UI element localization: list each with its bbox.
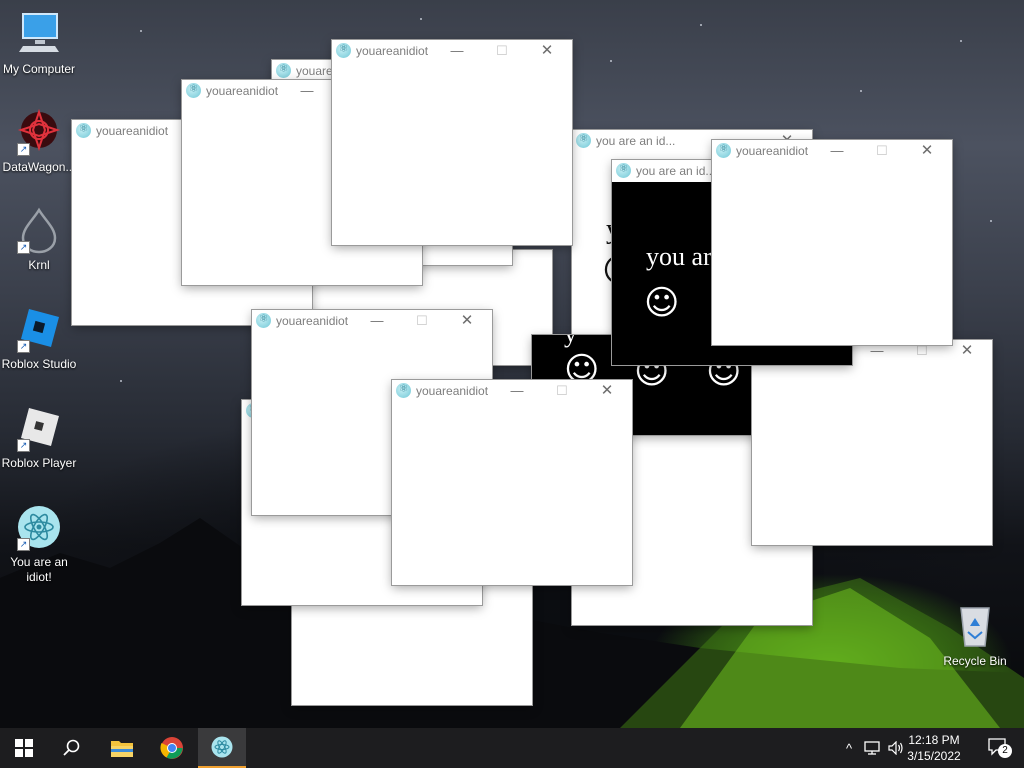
app-window[interactable]: youareanidiot — ☐ ✕	[712, 140, 952, 345]
show-hidden-icons-chevron-icon[interactable]: ^	[840, 728, 858, 768]
smiley-icon: ☺	[644, 283, 680, 323]
shortcut-arrow-icon: ↗	[17, 143, 30, 156]
minimize-button[interactable]: —	[822, 141, 852, 161]
star	[990, 220, 992, 222]
window-titlebar[interactable]: youareanidiot — ☐ ✕	[712, 140, 952, 162]
desktop-icon-label: My Computer	[2, 62, 76, 76]
electron-app-icon	[616, 162, 631, 178]
file-explorer-icon[interactable]	[98, 728, 146, 768]
electron-app-icon	[276, 62, 291, 78]
search-icon[interactable]	[48, 728, 96, 768]
you-are-an-idiot-text: y	[564, 335, 577, 349]
taskbar-item-you-are-an-idiot[interactable]	[198, 728, 246, 768]
desktop-icon-my-computer[interactable]: My Computer	[0, 10, 78, 77]
roblox-player-icon: ↗	[15, 404, 63, 452]
window-titlebar[interactable]: youareanidiot — ☐ ✕	[252, 310, 492, 332]
window-title: youareanidiot	[276, 314, 349, 328]
window-title: youareanidiot	[356, 44, 429, 58]
app-window[interactable]: youareanidiot — ☐ ✕	[392, 380, 632, 585]
star	[140, 30, 142, 32]
minimize-button[interactable]: —	[362, 311, 392, 331]
window-title: youareanidiot	[96, 124, 169, 138]
app-window[interactable]: — ☐ ✕	[752, 340, 992, 545]
star	[120, 380, 122, 382]
windows-start-icon[interactable]	[0, 728, 48, 768]
desktop-icon-label: Recycle Bin	[943, 654, 1007, 668]
window-title: youareanidiot	[206, 84, 279, 98]
close-button[interactable]: ✕	[532, 41, 562, 61]
star	[700, 24, 702, 26]
star	[860, 90, 862, 92]
close-button[interactable]: ✕	[912, 141, 942, 161]
shortcut-arrow-icon: ↗	[17, 439, 30, 452]
desktop: My Computer ↗ DataWagon... ↗ Krnl ↗ Robl…	[0, 0, 1024, 728]
maximize-button[interactable]: ☐	[487, 41, 517, 61]
star	[960, 40, 962, 42]
clock-date: 3/15/2022	[907, 749, 961, 763]
window-title: youareanidiot	[416, 384, 489, 398]
shortcut-arrow-icon: ↗	[17, 241, 30, 254]
clock-time: 12:18 PM	[908, 733, 960, 747]
chrome-icon[interactable]	[148, 728, 196, 768]
maximize-button[interactable]: ☐	[867, 141, 897, 161]
minimize-button[interactable]: —	[442, 41, 472, 61]
desktop-icon-label: You are an idiot!	[10, 555, 68, 584]
shortcut-arrow-icon: ↗	[17, 538, 30, 551]
electron-app-icon: ↗	[15, 503, 63, 551]
window-titlebar[interactable]: youareanidiot — ☐ ✕	[392, 380, 632, 402]
maximize-button[interactable]: ☐	[407, 311, 437, 331]
close-button[interactable]: ✕	[592, 381, 622, 401]
network-icon[interactable]	[862, 728, 882, 768]
electron-app-icon	[186, 82, 201, 98]
desktop-icon-roblox-player[interactable]: ↗ Roblox Player	[0, 404, 78, 471]
electron-app-icon	[256, 312, 271, 328]
electron-app-icon	[576, 132, 591, 148]
window-title: youare	[296, 64, 333, 78]
close-button[interactable]: ✕	[952, 341, 982, 361]
app-window[interactable]: youareanidiot — ☐ ✕	[332, 40, 572, 245]
window-title: youareanidiot	[736, 144, 809, 158]
desktop-icon-label: Roblox Player	[1, 456, 77, 470]
desktop-icon-roblox-studio[interactable]: ↗ Roblox Studio	[0, 305, 78, 372]
electron-app-icon	[716, 142, 731, 158]
notification-count-badge: 2	[998, 744, 1012, 758]
krnl-drop-icon: ↗	[15, 206, 63, 254]
shortcut-arrow-icon: ↗	[17, 340, 30, 353]
desktop-icon-datawagon[interactable]: ↗ DataWagon...	[0, 108, 78, 175]
desktop-icon-label: DataWagon...	[2, 160, 76, 174]
notification-center-icon[interactable]: 2	[988, 738, 1012, 758]
desktop-icon-label: Krnl	[28, 258, 50, 272]
window-titlebar[interactable]: youareanidiot — ☐ ✕	[332, 40, 572, 62]
window-title: you are an id...	[596, 134, 676, 148]
monitor-icon	[15, 10, 63, 58]
electron-app-icon	[76, 122, 91, 138]
electron-app-icon	[211, 736, 233, 758]
datawagon-logo-icon: ↗	[15, 108, 63, 156]
maximize-button[interactable]: ☐	[547, 381, 577, 401]
desktop-icon-krnl[interactable]: ↗ Krnl	[0, 206, 78, 273]
desktop-icon-you-are-an-idiot[interactable]: ↗ You are an idiot!	[0, 503, 78, 585]
electron-app-icon	[336, 42, 351, 58]
recycle-bin-icon	[951, 602, 999, 650]
close-button[interactable]: ✕	[452, 311, 482, 331]
star	[610, 60, 612, 62]
taskbar: ^ 12:18 PM 3/15/2022 2	[0, 728, 1024, 768]
star	[420, 18, 422, 20]
minimize-button[interactable]: —	[292, 81, 322, 101]
desktop-icon-label: Roblox Studio	[1, 357, 77, 371]
desktop-icon-recycle-bin[interactable]: Recycle Bin	[936, 602, 1014, 669]
window-title: you are an id...	[636, 164, 716, 178]
roblox-studio-icon: ↗	[15, 305, 63, 353]
taskbar-clock[interactable]: 12:18 PM 3/15/2022	[902, 732, 966, 764]
you-are-an-idiot-text: you ar	[646, 242, 712, 271]
electron-app-icon	[396, 382, 411, 398]
minimize-button[interactable]: —	[502, 381, 532, 401]
